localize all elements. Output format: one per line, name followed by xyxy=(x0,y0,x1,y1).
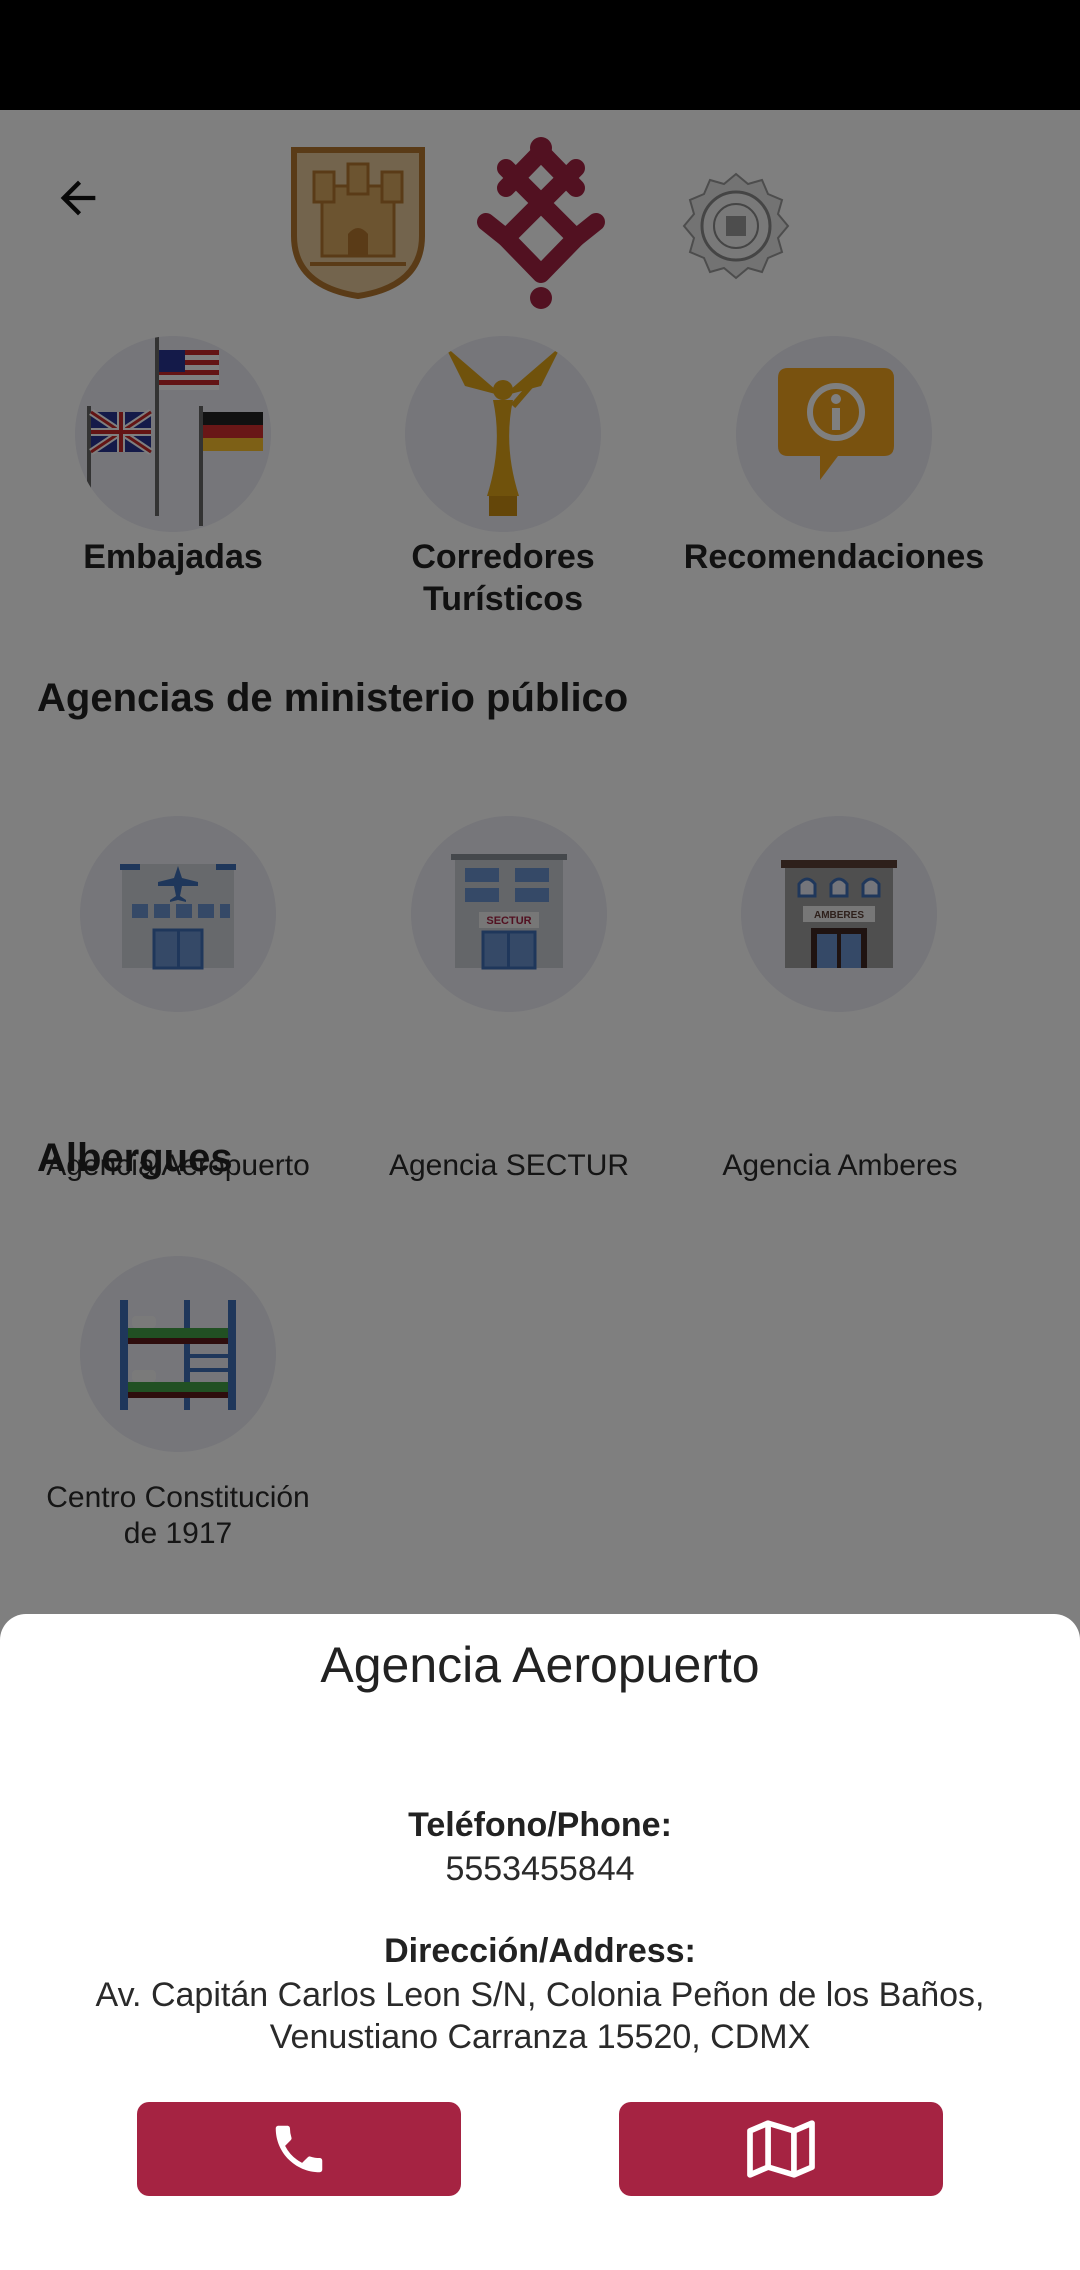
phone-value: 5553455844 xyxy=(445,1850,635,1888)
map-button[interactable] xyxy=(619,2102,943,2196)
call-button[interactable] xyxy=(137,2102,461,2196)
map-icon xyxy=(747,2120,815,2178)
address-label: Dirección/Address: xyxy=(384,1932,696,1970)
phone-label: Teléfono/Phone: xyxy=(408,1806,672,1844)
status-bar xyxy=(0,0,1080,110)
address-value: Av. Capitán Carlos Leon S/N, Colonia Peñ… xyxy=(95,1976,985,2056)
bottom-sheet: Agencia Aeropuerto Teléfono/Phone: 55534… xyxy=(0,1614,1080,2270)
sheet-title: Agencia Aeropuerto xyxy=(320,1637,760,1693)
phone-icon xyxy=(275,2125,323,2173)
